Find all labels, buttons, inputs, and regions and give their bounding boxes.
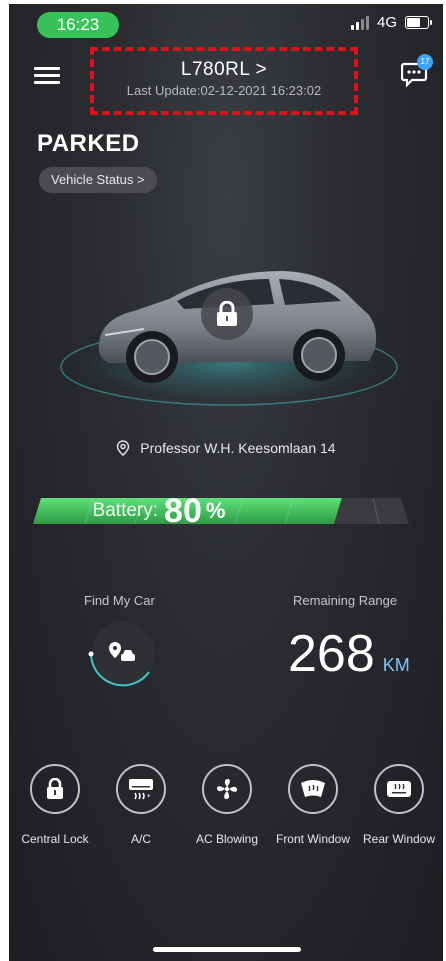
lock-icon xyxy=(47,778,63,799)
battery-unit: % xyxy=(205,498,226,523)
rear-defrost-icon xyxy=(387,781,411,797)
remaining-range-label: Remaining Range xyxy=(293,593,398,608)
status-time: 16:23 xyxy=(37,12,119,38)
front-window-button[interactable]: Front Window xyxy=(270,764,356,846)
battery-status-icon xyxy=(405,16,432,29)
messages-badge: 17 xyxy=(417,54,433,70)
find-my-car-label: Find My Car xyxy=(84,593,155,608)
hamburger-icon xyxy=(34,67,60,70)
status-indicators: 4G xyxy=(350,14,432,31)
lock-status xyxy=(201,288,253,340)
lock-icon xyxy=(217,301,237,326)
front-window-circle xyxy=(288,764,338,814)
vehicle-status-button[interactable]: Vehicle Status > xyxy=(39,167,157,193)
menu-button[interactable] xyxy=(34,64,60,86)
battery-value: 80 xyxy=(164,491,202,530)
vehicle-state: PARKED xyxy=(37,130,140,157)
find-car-icon xyxy=(88,622,155,687)
range-unit: KM xyxy=(382,655,410,675)
range-value: 268 xyxy=(288,625,375,683)
central-lock-label: Central Lock xyxy=(21,832,89,846)
network-label: 4G xyxy=(376,14,397,31)
hamburger-icon-bar xyxy=(34,81,60,84)
rear-window-label: Rear Window xyxy=(362,832,436,846)
central-lock-circle xyxy=(30,764,80,814)
front-window-label: Front Window xyxy=(275,832,351,846)
find-my-car-button[interactable] xyxy=(83,614,163,694)
last-update: Last Update:02-12-2021 16:23:02 xyxy=(126,83,322,98)
ac-blowing-button[interactable]: AC Blowing xyxy=(184,764,270,846)
vehicle-plate: L780RL > xyxy=(180,59,268,80)
front-defrost-icon xyxy=(301,780,325,797)
hamburger-icon-bar xyxy=(34,74,60,77)
home-indicator[interactable] xyxy=(153,947,301,952)
ac-button[interactable]: * A/C xyxy=(98,764,184,846)
ac-circle: * xyxy=(116,764,166,814)
ac-blowing-label: AC Blowing xyxy=(195,832,259,846)
rear-window-circle xyxy=(374,764,424,814)
central-lock-button[interactable]: Central Lock xyxy=(12,764,98,846)
ac-label: A/C xyxy=(130,832,151,846)
battery-readout: Battery: 80 % xyxy=(9,490,309,532)
app-screen: 16:23 4G L780RL > Last Update:02-12-2021… xyxy=(9,4,443,961)
ac-blowing-circle xyxy=(202,764,252,814)
air-conditioner-icon: * xyxy=(129,779,153,801)
battery-label: Battery: xyxy=(92,500,159,521)
vehicle-selector[interactable]: L780RL > Last Update:02-12-2021 16:23:02 xyxy=(90,47,358,115)
location-pin-icon xyxy=(117,440,130,456)
vehicle-address: Professor W.H. Keesomlaan 14 xyxy=(9,440,443,456)
rear-window-button[interactable]: Rear Window xyxy=(356,764,442,846)
signal-icon xyxy=(350,15,369,30)
fan-icon xyxy=(217,779,237,799)
messages-button[interactable]: 17 xyxy=(400,54,433,88)
svg-text:*: * xyxy=(147,793,151,801)
address-text: Professor W.H. Keesomlaan 14 xyxy=(140,440,336,456)
remaining-range: 268 KM xyxy=(288,624,410,684)
